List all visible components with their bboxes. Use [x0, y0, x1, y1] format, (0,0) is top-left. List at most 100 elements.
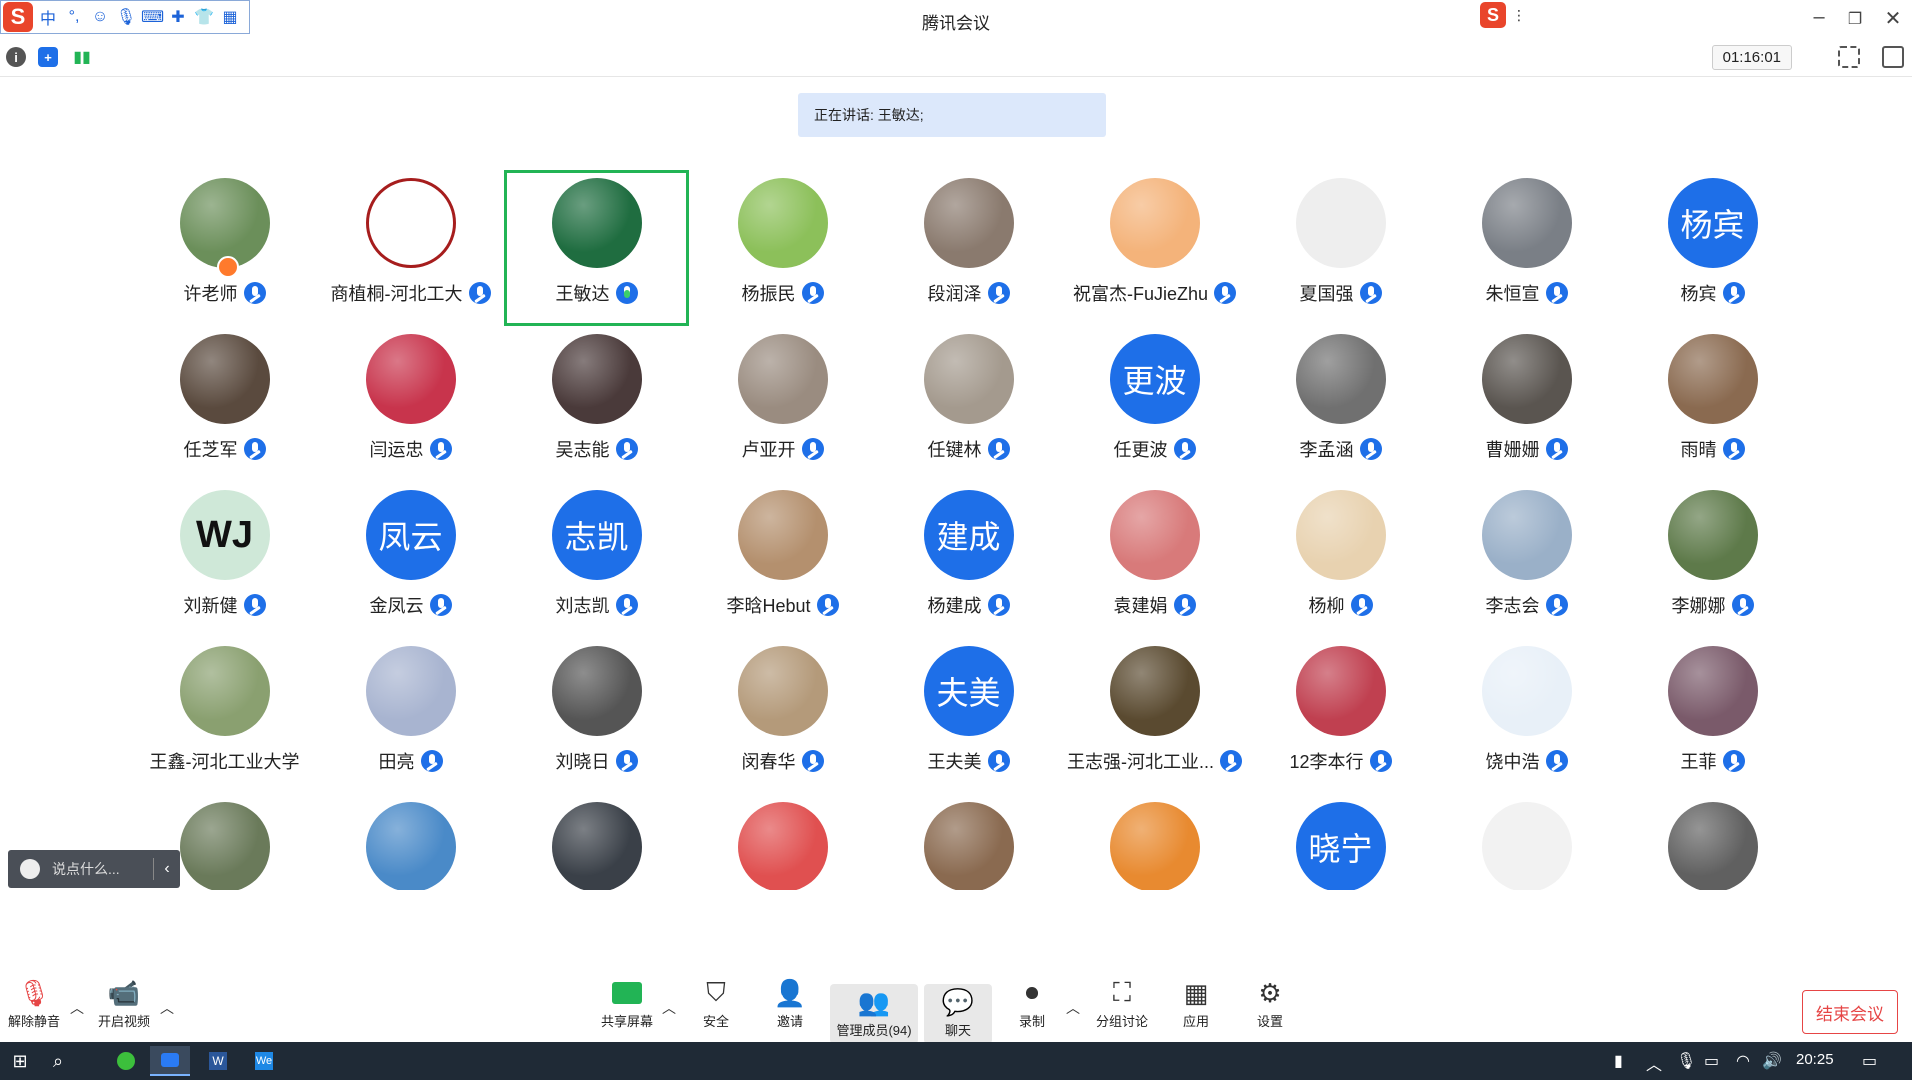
participant-tile[interactable]: 闫运忠 [318, 326, 503, 482]
participant-tile[interactable] [690, 794, 875, 890]
minimize-icon[interactable]: – [1804, 6, 1834, 29]
participant-tile[interactable]: 曹姗姗 [1434, 326, 1619, 482]
tencent-meeting-icon[interactable] [150, 1046, 190, 1076]
participant-tile[interactable]: 王志强-河北工业... [1062, 638, 1247, 794]
end-meeting-button[interactable]: 结束会议 [1802, 990, 1898, 1034]
chevron-up-icon[interactable]: ︿ [1066, 998, 1080, 1018]
fullscreen-icon[interactable] [1838, 46, 1860, 68]
participant-tile[interactable]: 商植桐-河北工大 [318, 170, 503, 326]
participant-name-row: 李孟涵 [1248, 436, 1433, 462]
avatar [551, 334, 642, 424]
participant-tile[interactable]: 段润泽 [876, 170, 1061, 326]
start-video-button[interactable]: 📹 开启视频 [84, 975, 164, 1030]
participant-tile[interactable]: 12李本行 [1248, 638, 1433, 794]
more-icon[interactable]: ⋮ [1512, 7, 1526, 24]
participant-tile[interactable]: 更波 任更波 [1062, 326, 1247, 482]
apps-button[interactable]: ▦ 应用 [1156, 975, 1236, 1030]
participant-tile[interactable]: 许老师 [132, 170, 317, 326]
participant-tile[interactable]: 吴志能 [504, 326, 689, 482]
participant-tile[interactable]: 杨宾 杨宾 [1620, 170, 1772, 326]
wifi-icon[interactable]: ◠ [1736, 1051, 1750, 1071]
participant-name: 王敏达 [555, 284, 610, 304]
unmute-button[interactable]: 🎙 解除静音 [0, 975, 74, 1030]
restore-icon[interactable]: ❐ [1840, 9, 1870, 29]
participant-tile[interactable]: 任芝军 [132, 326, 317, 482]
participant-tile[interactable]: 杨振民 [690, 170, 875, 326]
participant-name: 许老师 [183, 284, 238, 304]
participant-tile[interactable]: 王敏达 [504, 170, 689, 326]
avatar [1109, 490, 1200, 580]
word-icon[interactable]: W [198, 1046, 238, 1076]
participant-tile[interactable]: 凤云 金凤云 [318, 482, 503, 638]
participant-tile[interactable]: 朱恒宣 [1434, 170, 1619, 326]
participant-tile[interactable]: WJ 刘新健 [132, 482, 317, 638]
battery-tray-icon[interactable]: ▮ [1614, 1051, 1623, 1071]
notification-icon[interactable]: ▭ [1862, 1051, 1877, 1071]
participant-tile[interactable] [1062, 794, 1247, 890]
invite-button[interactable]: 👤 邀请 [750, 975, 830, 1030]
info-icon[interactable]: i [6, 47, 26, 67]
shield-icon[interactable]: + [38, 47, 58, 67]
participant-tile[interactable] [1620, 794, 1772, 890]
participant-tile[interactable]: 袁建娟 [1062, 482, 1247, 638]
participant-tile[interactable]: 建成 杨建成 [876, 482, 1061, 638]
participant-tile[interactable] [876, 794, 1061, 890]
participant-tile[interactable]: 李娜娜 [1620, 482, 1772, 638]
participant-tile[interactable]: 李志会 [1434, 482, 1619, 638]
participant-tile[interactable]: 卢亚开 [690, 326, 875, 482]
chevron-up-icon[interactable]: ︿ [70, 998, 84, 1018]
participant-name-row: 刘晓日 [504, 748, 689, 774]
participant-name-row: 杨建成 [876, 592, 1061, 618]
participant-tile[interactable]: 祝富杰-FuJieZhu [1062, 170, 1247, 326]
participant-name: 李孟涵 [1299, 440, 1354, 460]
settings-button[interactable]: ⚙ 设置 [1230, 975, 1310, 1030]
chevron-up-icon[interactable]: ︿ [160, 998, 174, 1018]
participant-tile[interactable]: 夫美 王夫美 [876, 638, 1061, 794]
windows-start-icon[interactable]: ⊞ [0, 1046, 40, 1076]
participant-tile[interactable]: 雨晴 [1620, 326, 1772, 482]
volume-icon[interactable]: 🔊 [1762, 1051, 1782, 1071]
breakout-button[interactable]: ⛶ 分组讨论 [1082, 975, 1162, 1030]
mic-tray-icon[interactable]: 🎙 [1676, 1051, 1696, 1071]
participant-tile[interactable]: 李晗Hebut [690, 482, 875, 638]
emoji-icon[interactable] [20, 859, 40, 879]
participant-tile[interactable]: 刘晓日 [504, 638, 689, 794]
participant-tile[interactable]: 闵春华 [690, 638, 875, 794]
participant-tile[interactable]: 王菲 [1620, 638, 1772, 794]
participant-tile[interactable]: 田亮 [318, 638, 503, 794]
browser-icon[interactable] [106, 1046, 146, 1076]
participant-tile[interactable]: 杨柳 [1248, 482, 1433, 638]
avatar [737, 646, 828, 736]
participant-name-row: 王鑫-河北工业大学 [132, 748, 317, 774]
participant-tile[interactable] [1434, 794, 1619, 890]
participant-tile[interactable]: 饶中浩 [1434, 638, 1619, 794]
search-icon[interactable]: ⌕ [38, 1046, 78, 1076]
battery-icon[interactable]: ▭ [1704, 1051, 1719, 1071]
participant-tile[interactable]: 志凯 刘志凯 [504, 482, 689, 638]
share-screen-button[interactable]: 共享屏幕 [587, 975, 667, 1030]
sidebar-toggle-icon[interactable] [1882, 46, 1904, 68]
chevron-left-icon[interactable]: ‹ [154, 860, 180, 878]
participant-tile[interactable]: 夏国强 [1248, 170, 1433, 326]
participant-tile[interactable] [318, 794, 503, 890]
chevron-up-icon[interactable]: ︿ [1646, 1051, 1662, 1075]
mic-muted-icon [243, 282, 266, 304]
window-title: 腾讯会议 [922, 14, 990, 33]
chevron-up-icon[interactable]: ︿ [662, 998, 676, 1018]
manage-members-button[interactable]: 👥 管理成员(94) [830, 984, 918, 1044]
chat-button[interactable]: 💬 聊天 [924, 984, 992, 1044]
participant-name: 杨建成 [927, 596, 982, 616]
participant-tile[interactable]: 任键林 [876, 326, 1061, 482]
close-icon[interactable]: ✕ [1878, 6, 1908, 31]
participant-tile[interactable]: 李孟涵 [1248, 326, 1433, 482]
ime-tray[interactable]: S ⋮ [1480, 2, 1526, 28]
signal-icon[interactable]: ▮▮ [72, 47, 92, 67]
participant-tile[interactable]: 晓宁 [1248, 794, 1433, 890]
wechat-work-icon[interactable]: We [244, 1046, 284, 1076]
participant-name-row: 李娜娜 [1620, 592, 1772, 618]
security-button[interactable]: ⛉ 安全 [676, 975, 756, 1030]
chat-input[interactable]: 说点什么... ‹ [8, 850, 180, 888]
record-button[interactable]: ⏺ 录制 [992, 975, 1072, 1030]
participant-tile[interactable] [504, 794, 689, 890]
participant-tile[interactable]: 王鑫-河北工业大学 [132, 638, 317, 794]
